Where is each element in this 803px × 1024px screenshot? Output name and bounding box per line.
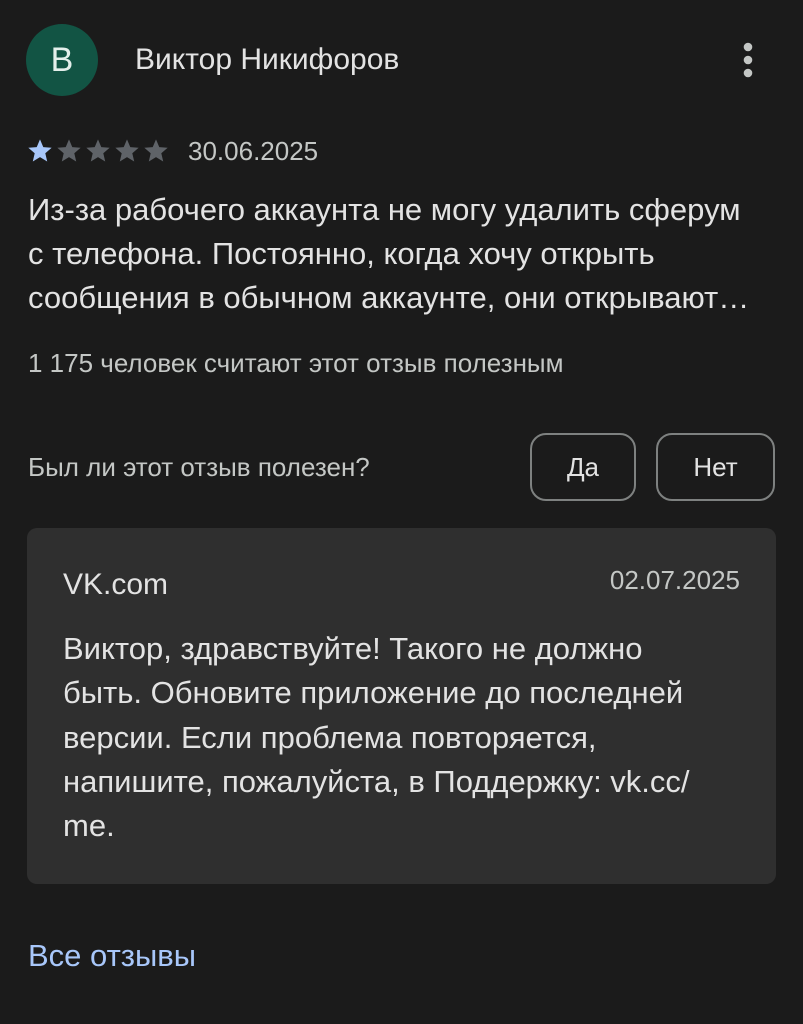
reviewer-name: Виктор Никифоров [135,43,400,76]
empty-star-icon [86,139,110,162]
more-vert-icon[interactable] [742,42,754,78]
avatar-initial: В [50,41,74,79]
empty-star-icon [144,139,168,162]
developer-name: VK.com [63,568,169,601]
more-options-button[interactable] [728,36,768,84]
review-date: 30.06.2025 [188,136,319,166]
reply-date: 02.07.2025 [609,565,740,595]
review-text[interactable]: Из-за рабочего аккаунта не могу удалить … [28,188,749,320]
rating-stars [26,137,170,165]
filled-star-icon [28,139,52,162]
helpful-question: Был ли этот отзыв полезен? [28,452,370,482]
avatar: В [26,24,98,96]
empty-star-icon [57,139,81,162]
helpful-count: 1 175 человек считают этот отзыв полезны… [28,348,564,378]
empty-star-icon [115,139,139,162]
helpful-yes-button[interactable]: Да [530,433,636,501]
rating-row: 30.06.2025 [26,137,318,165]
helpful-no-button[interactable]: Нет [656,433,775,501]
reply-text: Виктор, здравствуйте! Такого не должно б… [63,631,690,843]
developer-reply: VK.com 02.07.2025 Виктор, здравствуйте! … [27,528,776,884]
all-reviews-link[interactable]: Все отзывы [28,936,196,976]
